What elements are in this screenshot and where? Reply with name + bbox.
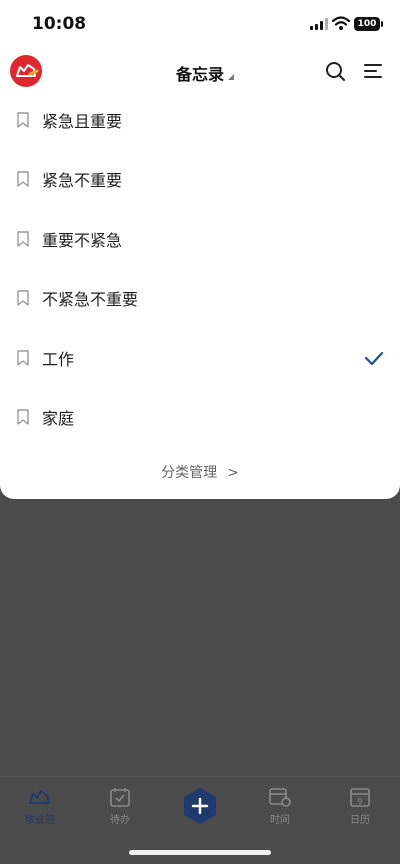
nav-label: 时间 (270, 815, 290, 826)
chevron-right-icon: > (227, 465, 239, 481)
category-list: 紧急且重要 紧急不重要 重要不紧急 不紧急不重要 工作 家庭 (0, 90, 400, 447)
bookmark-icon (17, 231, 29, 247)
add-button[interactable] (181, 787, 219, 825)
category-label: 家庭 (42, 409, 75, 429)
wifi-icon (332, 16, 350, 30)
nav-item-time[interactable]: 时间 (240, 787, 320, 826)
page-title-dropdown[interactable]: 备忘录 (150, 61, 250, 85)
category-item[interactable]: 家庭 (0, 388, 400, 448)
category-item[interactable]: 紧急不重要 (0, 150, 400, 210)
category-item[interactable]: 不紧急不重要 (0, 269, 400, 329)
status-bar: 10:08 100 (0, 0, 400, 48)
manage-categories-label: 分类管理 (161, 465, 218, 481)
bookmark-icon (17, 112, 29, 128)
nav-item-todo[interactable]: 待办 (80, 787, 160, 826)
menu-icon[interactable] (362, 60, 384, 82)
nav-label: 敬业签 (25, 815, 55, 826)
bookmark-icon (17, 290, 29, 306)
checkmark-icon (364, 351, 384, 365)
search-icon[interactable] (324, 60, 346, 82)
app-logo-icon[interactable] (10, 55, 42, 87)
category-label: 不紧急不重要 (42, 290, 139, 310)
manage-categories-button[interactable]: 分类管理 > (0, 462, 400, 482)
bookmark-icon (17, 171, 29, 187)
time-calendar-clock-icon (269, 788, 291, 807)
page-title: 备忘录 (175, 65, 224, 84)
home-indicator (129, 850, 271, 855)
category-item[interactable]: 重要不紧急 (0, 209, 400, 269)
category-dropdown-panel: 10:08 100 备忘录 紧急且重要 紧急不重要 重要不紧急 不紧急不重要 工… (0, 0, 400, 499)
nav-item-jingyeqian[interactable]: 敬业签 (0, 787, 80, 826)
todo-calendar-icon (110, 788, 130, 807)
category-item[interactable]: 紧急且重要 (0, 90, 400, 150)
status-time: 10:08 (32, 14, 87, 34)
category-item-selected[interactable]: 工作 (0, 328, 400, 388)
category-label: 工作 (42, 349, 75, 369)
category-label: 重要不紧急 (42, 230, 123, 250)
nav-label: 日历 (350, 815, 370, 826)
calendar-day-number: 9 (357, 797, 362, 806)
category-label: 紧急不重要 (42, 171, 123, 191)
bookmark-icon (17, 350, 29, 366)
cellular-signal-icon (310, 18, 328, 30)
category-label: 紧急且重要 (42, 111, 123, 131)
jingyeqian-icon (29, 790, 50, 804)
calendar-icon: 9 (350, 788, 370, 807)
app-header: 备忘录 (0, 48, 400, 96)
battery-icon: 100 (354, 17, 383, 31)
nav-label: 待办 (110, 815, 130, 826)
nav-item-calendar[interactable]: 9 日历 (320, 787, 400, 826)
dropdown-caret-icon (228, 74, 234, 80)
bookmark-icon (17, 409, 29, 425)
